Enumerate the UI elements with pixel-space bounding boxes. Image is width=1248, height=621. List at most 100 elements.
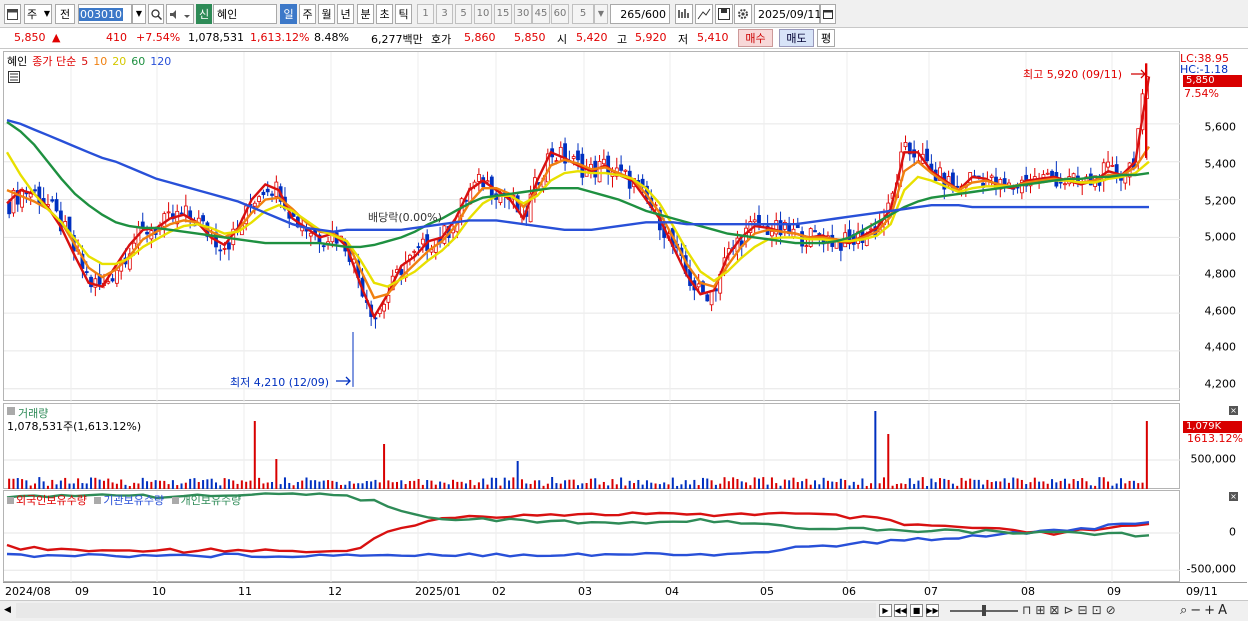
volume-bar <box>568 479 571 489</box>
volume-bar <box>197 481 200 489</box>
fast-forward-icon[interactable]: ▶▶ <box>926 604 939 617</box>
stop-icon[interactable]: ■ <box>910 604 923 617</box>
candle-body <box>770 231 774 237</box>
volume-bar <box>788 480 791 489</box>
x-axis: 2024/08 09 10 11 12 2025/01 02 03 04 05 … <box>3 582 1247 599</box>
minute-3-button[interactable]: 3 <box>436 4 453 24</box>
speaker-icon[interactable] <box>166 4 194 24</box>
indicator-icon[interactable] <box>675 4 693 24</box>
volume-bar <box>16 478 19 489</box>
volume-bar <box>163 480 166 489</box>
tab-period-month[interactable]: 월 <box>318 4 335 24</box>
candle-body <box>696 283 701 288</box>
gear-icon[interactable] <box>734 4 752 24</box>
chevron-down-icon: ▼ <box>43 9 50 18</box>
chart-window-icon[interactable] <box>4 4 21 24</box>
draw-tool-icon[interactable] <box>695 4 713 24</box>
tab-period-second[interactable]: 초 <box>376 4 393 24</box>
kind-button[interactable]: 전 <box>55 4 75 24</box>
volume-bar <box>499 485 502 489</box>
volume-bar <box>676 485 679 489</box>
volume-bar <box>740 481 743 489</box>
code-dropdown-icon[interactable]: ▼ <box>132 4 146 24</box>
x-tick: 07 <box>924 585 938 598</box>
minute-15-button[interactable]: 15 <box>494 4 512 24</box>
volume-bar <box>926 485 929 489</box>
calendar-icon[interactable] <box>820 4 836 24</box>
close-icon[interactable]: × <box>1229 406 1238 415</box>
close-icon[interactable]: × <box>1229 492 1238 501</box>
holdings-panel[interactable]: 외국인보유수량 기관보유수량 개인보유수량 <box>3 490 1181 583</box>
scroll-left-icon[interactable]: ◀ <box>4 605 11 615</box>
volume-bar <box>1111 485 1114 489</box>
candle-body <box>601 158 606 165</box>
zoom-controls-icons[interactable]: ⌕−+A <box>1180 603 1230 618</box>
open-label: 시 <box>557 33 568 46</box>
volume-bar <box>650 482 653 489</box>
count-field[interactable]: 265/600 <box>610 4 670 24</box>
volume-bar <box>327 480 330 489</box>
candle-body <box>321 245 326 248</box>
bottom-scrollbar[interactable]: ◀ ▶ ◀◀ ■ ▶▶ ⊓⊞⊠⊳⊟⊡⊘ ⌕−+A <box>0 600 1248 621</box>
candle-body <box>903 142 908 148</box>
volume-bar <box>671 477 674 489</box>
save-icon[interactable] <box>715 4 733 24</box>
volume-bar <box>986 479 989 489</box>
volume-bar <box>762 477 765 489</box>
tab-period-tick[interactable]: 틱 <box>395 4 412 24</box>
date-field[interactable]: 2025/09/11 <box>754 4 821 24</box>
sell-button[interactable]: 매도 <box>779 29 814 47</box>
volume-bar <box>107 478 110 489</box>
scroll-track[interactable] <box>16 603 876 618</box>
volume-bar <box>865 485 868 489</box>
minute-30-button[interactable]: 30 <box>514 4 532 24</box>
y-tick: 5,200 <box>1204 194 1237 208</box>
volume-value: 1,078,531 <box>188 31 244 44</box>
chart-tools-icons[interactable]: ⊓⊞⊠⊳⊟⊡⊘ <box>1022 603 1120 617</box>
interval-dropdown-icon[interactable]: ▼ <box>594 4 608 24</box>
minute-1-button[interactable]: 1 <box>417 4 434 24</box>
volume-bar <box>990 481 993 489</box>
price-panel[interactable]: 혜인 종가 단순 5 10 20 60 120 최고 5,920 (09/11) 최저 4,… <box>3 51 1181 402</box>
tab-period-week[interactable]: 주 <box>299 4 316 24</box>
volume-bar <box>98 479 101 489</box>
volume-panel[interactable]: 거래량 1,078,531주(1,613.12%) <box>3 403 1181 490</box>
volume-bar <box>1098 477 1101 489</box>
rewind-icon[interactable]: ◀◀ <box>894 604 907 617</box>
grid-toggle-icon[interactable] <box>8 71 20 86</box>
candle-body <box>270 193 274 196</box>
volume-bar <box>171 480 174 489</box>
search-icon[interactable] <box>148 4 164 24</box>
play-icon[interactable]: ▶ <box>879 604 892 617</box>
buy-button[interactable]: 매수 <box>738 29 773 47</box>
zoom-slider-handle[interactable] <box>982 605 986 616</box>
volume-bar <box>21 479 24 489</box>
period-select[interactable]: 주 ▼ <box>24 4 52 24</box>
minute-45-button[interactable]: 45 <box>532 4 550 24</box>
volume-bar <box>456 481 459 489</box>
volume-bar <box>215 482 218 489</box>
candle-body <box>382 303 386 312</box>
candle-body <box>989 175 994 178</box>
candle-body <box>709 290 714 306</box>
stock-name-field[interactable]: 혜인 <box>213 4 277 24</box>
code-input[interactable]: 003010 <box>78 4 132 24</box>
turnover-rate: 8.48% <box>314 31 349 44</box>
tab-period-day[interactable]: 일 <box>280 4 297 24</box>
minute-10-button[interactable]: 10 <box>474 4 492 24</box>
volume-bar <box>1076 481 1079 489</box>
new-mode-badge[interactable]: 신 <box>196 4 212 24</box>
tab-period-year[interactable]: 년 <box>337 4 354 24</box>
panel-handle-icon[interactable] <box>7 407 15 415</box>
interval-field[interactable]: 5 <box>572 4 594 24</box>
volume-bar <box>870 483 873 489</box>
volume-bar <box>430 480 433 489</box>
volume-bar <box>223 478 226 489</box>
volume-bar <box>564 480 567 489</box>
minute-5-button[interactable]: 5 <box>455 4 472 24</box>
minute-60-button[interactable]: 60 <box>551 4 569 24</box>
volume-bar <box>219 485 222 489</box>
tab-period-minute[interactable]: 분 <box>357 4 374 24</box>
volume-bar <box>878 483 881 489</box>
avg-button[interactable]: 평 <box>817 29 835 47</box>
